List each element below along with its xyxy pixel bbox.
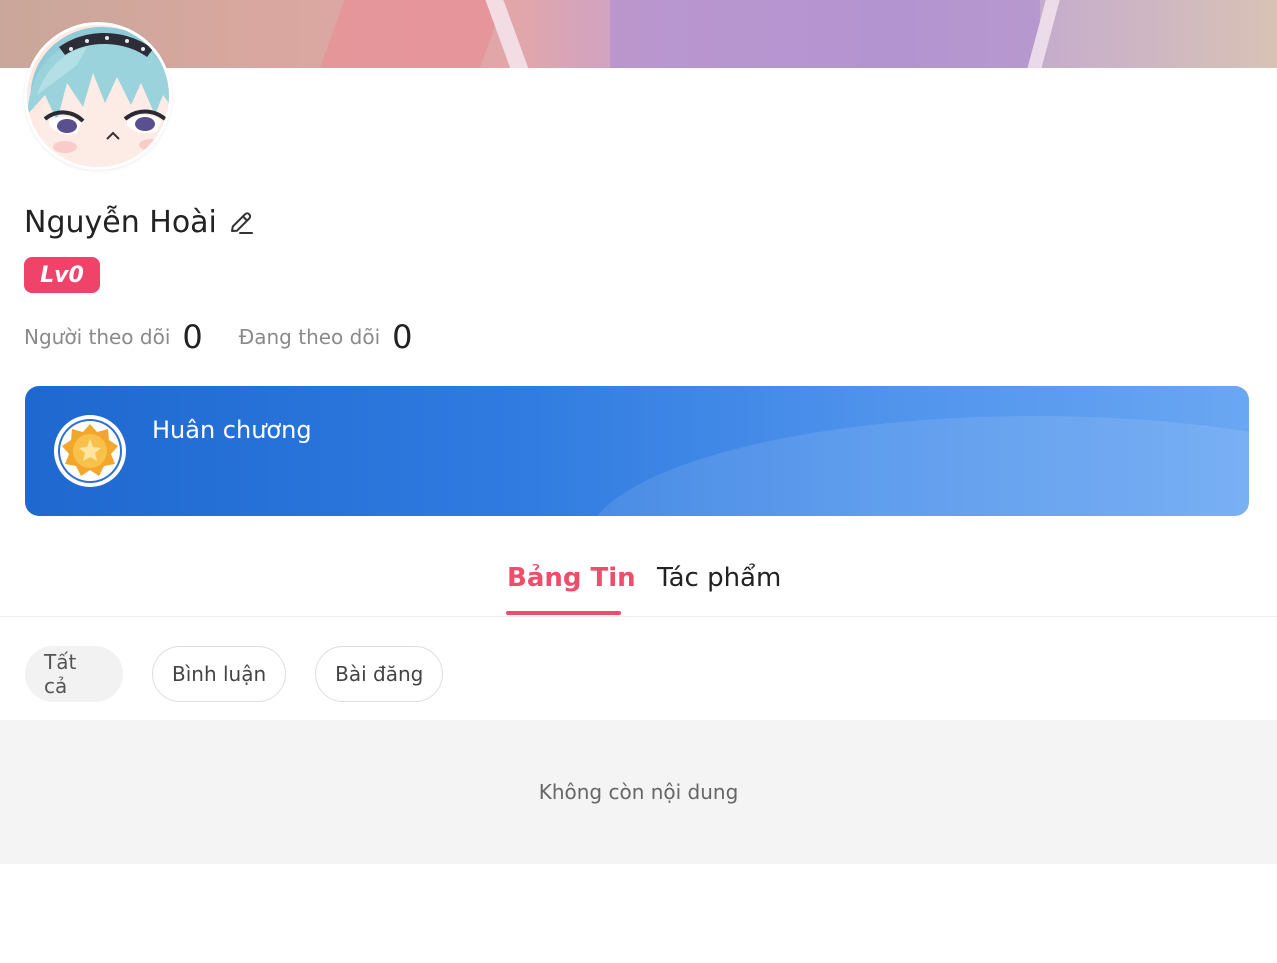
- medal-icon: [53, 414, 127, 488]
- username-row: Nguyễn Hoài: [24, 205, 255, 240]
- level-badge: Lv0: [24, 257, 100, 293]
- followers-stat[interactable]: Người theo dõi 0: [24, 318, 203, 356]
- filter-all[interactable]: Tất cả: [25, 646, 123, 702]
- tab-bang-tin[interactable]: Bảng Tin: [507, 563, 636, 593]
- username: Nguyễn Hoài: [24, 205, 217, 240]
- followers-label: Người theo dõi: [24, 325, 171, 349]
- tab-tac-pham[interactable]: Tác phẩm: [657, 563, 781, 593]
- medal-card-title: Huân chương: [152, 416, 312, 444]
- pencil-icon[interactable]: [227, 209, 255, 237]
- avatar-image: [27, 25, 169, 167]
- feed-filters: Tất cả Bình luận Bài đăng: [25, 646, 472, 702]
- following-count: 0: [392, 318, 413, 356]
- active-tab-indicator: [506, 611, 621, 615]
- follow-stats: Người theo dõi 0 Đang theo dõi 0: [24, 318, 449, 356]
- avatar[interactable]: [24, 22, 172, 170]
- following-label: Đang theo dõi: [238, 325, 381, 349]
- feed-empty-state: Không còn nội dung: [0, 720, 1277, 864]
- profile-tabs: Bảng Tin Tác phẩm: [0, 555, 1277, 617]
- filter-posts[interactable]: Bài đăng: [315, 646, 444, 702]
- empty-message: Không còn nội dung: [538, 780, 739, 804]
- filter-comments[interactable]: Bình luận: [152, 646, 287, 702]
- medal-card[interactable]: Huân chương: [25, 386, 1249, 516]
- following-stat[interactable]: Đang theo dõi 0: [239, 318, 413, 356]
- followers-count: 0: [182, 318, 203, 356]
- profile-cover-banner: [0, 0, 1277, 68]
